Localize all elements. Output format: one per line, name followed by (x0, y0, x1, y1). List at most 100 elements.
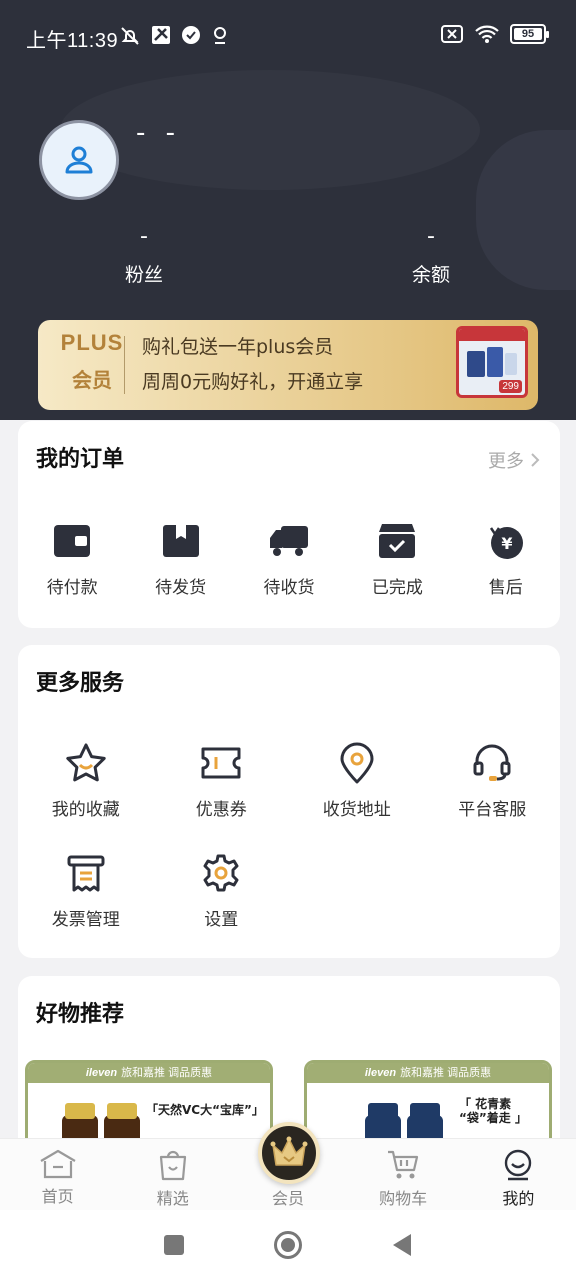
recents-icon[interactable] (163, 1234, 185, 1256)
home-icon (40, 1149, 76, 1179)
crown-icon (270, 1136, 308, 1166)
headset-icon (473, 744, 511, 781)
service-coupons-label: 优惠券 (195, 800, 247, 820)
battery-level: 95 (521, 28, 535, 40)
service-settings[interactable]: 设置 (154, 851, 290, 961)
orders-more-link[interactable]: 更多 (488, 447, 540, 473)
status-right-icons: 95 (440, 24, 549, 44)
wifi-icon (475, 25, 499, 43)
product-brand-bar: ileven 旅和嘉推 调品质惠 (28, 1063, 270, 1083)
service-favorites[interactable]: 我的收藏 (18, 741, 154, 851)
order-pending-shipment-label: 待发货 (155, 578, 207, 598)
gift-pack-price: 299 (499, 380, 522, 393)
location-icon (340, 742, 374, 784)
box-check-icon (379, 524, 416, 558)
order-pending-receipt[interactable]: 待收货 (235, 521, 343, 598)
product-brand: ileven (364, 1067, 397, 1079)
refund-icon: ¥ (489, 527, 523, 559)
sim-off-icon (441, 25, 463, 43)
package-icon (162, 525, 199, 557)
chevron-right-icon (531, 453, 540, 467)
services-grid: 我的收藏 优惠券 收货地址 平台客服 发票管理 设置 (18, 741, 560, 961)
product-brand-sub: 旅和嘉推 调品质惠 (400, 1067, 492, 1079)
orders-card: 我的订单 更多 待付款 待发货 待收货 已完成 ¥ 售后 (18, 421, 560, 628)
coupon-icon (201, 747, 241, 779)
order-pending-payment[interactable]: 待付款 (18, 521, 126, 598)
order-completed[interactable]: 已完成 (343, 521, 451, 598)
service-settings-label: 设置 (204, 910, 239, 930)
stat-fans-value: - (140, 224, 148, 249)
order-pending-payment-label: 待付款 (46, 578, 98, 598)
stat-balance-value: - (427, 224, 435, 249)
check-circle-icon (182, 26, 200, 44)
plus-line1: 购礼包送一年plus会员 (142, 336, 334, 358)
plus-membership-banner[interactable]: PLUS 会员 购礼包送一年plus会员 周周0元购好礼，开通立享 299 (38, 320, 538, 410)
product-brand: ileven (85, 1067, 118, 1079)
stat-balance-label: 余额 (411, 264, 450, 286)
invoice-icon (67, 855, 105, 892)
tab-member-label: 会员 (271, 1189, 304, 1208)
status-bar: 上午11:39 95 (0, 0, 576, 72)
tab-cart[interactable]: 购物车 (346, 1139, 461, 1210)
recommend-title: 好物推荐 (36, 1002, 125, 1027)
orders-title: 我的订单 (36, 447, 125, 472)
avatar[interactable] (39, 120, 119, 200)
order-after-sales[interactable]: ¥ 售后 (452, 521, 560, 598)
smile-icon (505, 1149, 532, 1181)
tab-home-label: 首页 (41, 1187, 74, 1206)
battery-indicator: 95 (510, 24, 549, 44)
truck-icon (269, 526, 308, 556)
header-decoration-right (476, 130, 576, 290)
service-customer-support-label: 平台客服 (458, 800, 527, 820)
plus-line2: 周周0元购好礼，开通立享 (142, 371, 364, 393)
service-customer-support[interactable]: 平台客服 (425, 741, 561, 851)
status-left-icons (118, 24, 230, 48)
location-pin-icon (214, 27, 226, 44)
shopping-bag-icon (159, 1150, 186, 1181)
order-pending-shipment[interactable]: 待发货 (126, 521, 234, 598)
gift-pack-image: 299 (456, 326, 528, 398)
cart-icon (388, 1150, 419, 1179)
orders-more-label: 更多 (488, 451, 524, 472)
service-coupons[interactable]: 优惠券 (154, 741, 290, 851)
product-brand-sub: 旅和嘉推 调品质惠 (121, 1067, 213, 1079)
service-invoices[interactable]: 发票管理 (18, 851, 154, 961)
user-icon (65, 146, 93, 174)
home-circle-icon[interactable] (273, 1230, 303, 1260)
stat-fans-label: 粉丝 (124, 264, 163, 286)
order-after-sales-label: 售后 (488, 578, 523, 598)
gear-icon (203, 854, 239, 892)
order-pending-receipt-label: 待收货 (263, 578, 315, 598)
tab-home[interactable]: 首页 (0, 1139, 115, 1210)
services-card: 更多服务 我的收藏 优惠券 收货地址 平台客服 发票管理 设置 (18, 645, 560, 958)
system-nav-bar (0, 1210, 576, 1280)
member-center-button[interactable] (258, 1122, 320, 1184)
plus-logo-top: PLUS (60, 330, 124, 355)
username[interactable]: - - (136, 118, 181, 148)
back-icon[interactable] (391, 1233, 413, 1257)
product-brand-bar: ileven 旅和嘉推 调品质惠 (307, 1063, 549, 1083)
tab-mine-label: 我的 (502, 1189, 535, 1208)
plus-logo-bottom: 会员 (72, 368, 112, 392)
tab-featured-label: 精选 (156, 1189, 189, 1208)
service-invoices-label: 发票管理 (51, 910, 120, 930)
status-time: 上午11:39 (26, 30, 119, 52)
service-address-label: 收货地址 (322, 800, 391, 820)
product-tag: 「天然VC大“宝库”」 (146, 1103, 264, 1117)
star-icon (66, 743, 106, 782)
plus-logo: PLUS 会员 (52, 330, 132, 400)
order-status-row: 待付款 待发货 待收货 已完成 ¥ 售后 (18, 521, 560, 598)
stat-balance[interactable]: - 余额 (371, 224, 491, 287)
order-completed-label: 已完成 (371, 578, 423, 598)
svg-text:¥: ¥ (501, 534, 512, 553)
tab-featured[interactable]: 精选 (115, 1139, 230, 1210)
tab-cart-label: 购物车 (379, 1189, 428, 1208)
service-address[interactable]: 收货地址 (289, 741, 425, 851)
mute-bell-icon (121, 27, 139, 45)
stat-fans[interactable]: - 粉丝 (84, 224, 204, 287)
header-decoration (60, 70, 480, 190)
app-icon (152, 26, 170, 44)
services-title: 更多服务 (36, 671, 125, 696)
tab-mine[interactable]: 我的 (461, 1139, 576, 1210)
service-favorites-label: 我的收藏 (51, 800, 120, 820)
